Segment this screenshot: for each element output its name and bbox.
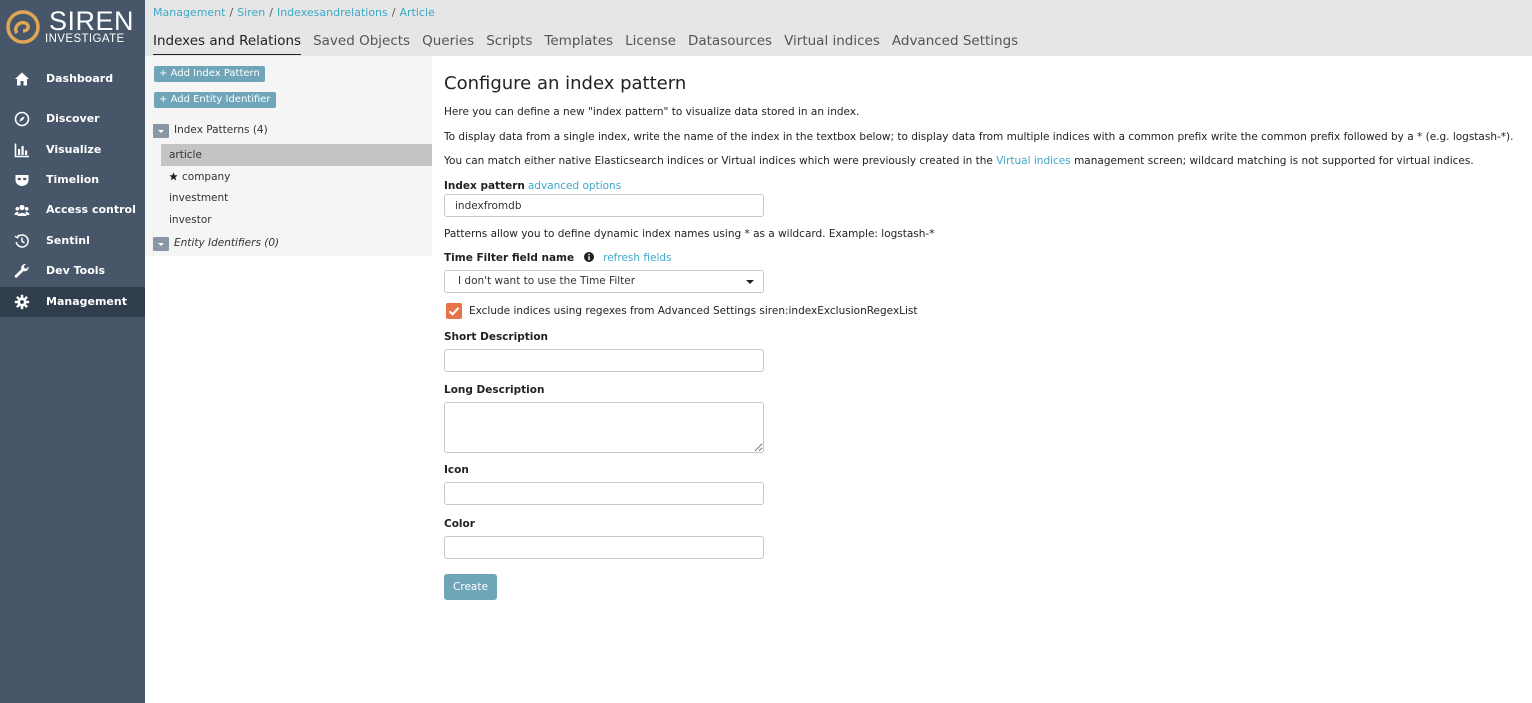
- tab-advanced-settings[interactable]: Advanced Settings: [892, 33, 1018, 55]
- icon-label: Icon: [444, 464, 469, 476]
- time-filter-selected-value: I don't want to use the Time Filter: [458, 275, 636, 287]
- tab-queries[interactable]: Queries: [422, 33, 474, 55]
- tree-item-investor[interactable]: investor: [161, 209, 432, 231]
- nav-label: Dashboard: [46, 72, 114, 85]
- add-entity-identifier-button[interactable]: + Add Entity Identifier: [154, 92, 276, 108]
- tab-scripts[interactable]: Scripts: [486, 33, 532, 55]
- nav-label: Access control: [46, 203, 136, 216]
- home-icon: [15, 72, 29, 86]
- exclude-indices-checkbox[interactable]: [446, 303, 462, 319]
- intro-text: Here you can define a new "index pattern…: [444, 106, 860, 118]
- logo-name: SIREN: [49, 6, 135, 36]
- nav-item-dashboard[interactable]: Dashboard: [0, 64, 145, 94]
- nav-item-discover[interactable]: Discover: [0, 104, 145, 134]
- plus-icon: +: [159, 68, 168, 79]
- breadcrumb: Management / Siren / Indexesandrelations / Art…: [153, 6, 435, 20]
- check-icon: [448, 307, 460, 316]
- color-label: Color: [444, 518, 475, 530]
- index-tree-panel: + Add Index Pattern + Add Entity Identif…: [145, 56, 432, 256]
- nav-item-management[interactable]: Management: [0, 287, 145, 317]
- time-filter-label: Time Filter field name refresh fields: [444, 251, 672, 265]
- exclude-indices-label: Exclude indices using regexes from Advan…: [469, 305, 918, 317]
- virtual-indices-note: You can match either native Elasticsearc…: [444, 154, 1474, 168]
- add-entity-identifier-label: Add Entity Identifier: [170, 94, 271, 105]
- compass-icon: [14, 111, 30, 127]
- index-pattern-label-text: Index pattern: [444, 180, 525, 192]
- time-filter-select[interactable]: I don't want to use the Time Filter: [444, 270, 764, 293]
- nav-item-timelion[interactable]: Timelion: [0, 165, 145, 195]
- short-description-input[interactable]: [444, 349, 764, 372]
- nav-label: Management: [46, 295, 127, 308]
- add-index-pattern-button[interactable]: + Add Index Pattern: [154, 66, 265, 82]
- index-pattern-label: Index pattern advanced options: [444, 179, 621, 193]
- time-filter-label-text: Time Filter field name: [444, 252, 575, 264]
- breadcrumb-article[interactable]: Article: [399, 6, 434, 19]
- tab-datasources[interactable]: Datasources: [688, 33, 772, 55]
- breadcrumb-separator: /: [391, 6, 396, 19]
- create-button[interactable]: Create: [444, 574, 497, 600]
- note-text-after: management screen; wildcard matching is …: [1074, 155, 1474, 167]
- icon-input[interactable]: [444, 482, 764, 505]
- entity-identifiers-group-label: Entity Identifiers (0): [174, 237, 280, 249]
- pattern-help-text: Patterns allow you to define dynamic ind…: [444, 228, 935, 240]
- add-index-pattern-label: Add Index Pattern: [170, 68, 260, 79]
- tree-item-label: company: [182, 171, 231, 183]
- instructions-text: To display data from a single index, wri…: [444, 131, 1514, 143]
- long-description-textarea[interactable]: [444, 402, 764, 453]
- tab-saved-objects[interactable]: Saved Objects: [313, 33, 410, 55]
- top-header: Management / Siren / Indexesandrelations / Art…: [145, 0, 1532, 56]
- main-sidebar: SIREN INVESTIGATE Dashboard Discover Vis…: [0, 0, 145, 703]
- collapse-index-patterns-toggle[interactable]: [153, 124, 169, 138]
- nav-item-access-control[interactable]: Access control: [0, 195, 145, 225]
- wrench-icon: [14, 263, 29, 278]
- plus-icon: +: [159, 94, 168, 105]
- gear-icon: [14, 294, 30, 310]
- logo-subtitle: INVESTIGATE: [45, 33, 125, 45]
- collapse-entity-identifiers-toggle[interactable]: [153, 237, 169, 251]
- breadcrumb-indexesandrelations[interactable]: Indexesandrelations: [277, 6, 388, 19]
- page-title: Configure an index pattern: [444, 73, 687, 94]
- breadcrumb-siren[interactable]: Siren: [237, 6, 265, 19]
- nav-item-sentinl[interactable]: Sentinl: [0, 226, 145, 256]
- nav-label: Discover: [46, 112, 100, 125]
- nav-item-visualize[interactable]: Visualize: [0, 135, 145, 165]
- note-text-before: You can match either native Elasticsearc…: [444, 155, 993, 167]
- management-tabs: Indexes and Relations Saved Objects Quer…: [153, 33, 1030, 55]
- tab-virtual-indices[interactable]: Virtual indices: [784, 33, 880, 55]
- tab-indexes-and-relations[interactable]: Indexes and Relations: [153, 33, 302, 55]
- info-icon[interactable]: [584, 252, 595, 262]
- tree-item-article[interactable]: article: [161, 144, 432, 166]
- tree-item-company[interactable]: company: [161, 166, 432, 188]
- timelion-mask-icon: [15, 175, 29, 186]
- nav-label: Visualize: [46, 143, 102, 156]
- nav-label: Timelion: [46, 173, 100, 186]
- users-icon: [14, 204, 30, 216]
- siren-logo-icon: [6, 10, 40, 44]
- star-icon: [169, 172, 178, 181]
- color-input[interactable]: [444, 536, 764, 559]
- siren-logo[interactable]: SIREN INVESTIGATE: [5, 8, 140, 48]
- index-pattern-input[interactable]: [444, 194, 764, 217]
- nav-label: Sentinl: [46, 234, 90, 247]
- history-icon: [14, 234, 29, 248]
- index-patterns-group-label: Index Patterns (4): [174, 124, 268, 136]
- breadcrumb-separator: /: [229, 6, 234, 19]
- advanced-options-link[interactable]: advanced options: [528, 180, 621, 192]
- refresh-fields-link[interactable]: refresh fields: [603, 252, 671, 264]
- tree-item-investment[interactable]: investment: [161, 187, 432, 209]
- tab-templates[interactable]: Templates: [544, 33, 613, 55]
- nav-item-dev-tools[interactable]: Dev Tools: [0, 256, 145, 286]
- long-description-label: Long Description: [444, 384, 545, 396]
- short-description-label: Short Description: [444, 331, 549, 343]
- virtual-indices-link[interactable]: Virtual indices: [996, 155, 1071, 167]
- bar-chart-icon: [14, 143, 29, 158]
- breadcrumb-management[interactable]: Management: [153, 6, 225, 19]
- tab-license[interactable]: License: [625, 33, 676, 55]
- nav-label: Dev Tools: [46, 264, 106, 277]
- breadcrumb-separator: /: [269, 6, 273, 19]
